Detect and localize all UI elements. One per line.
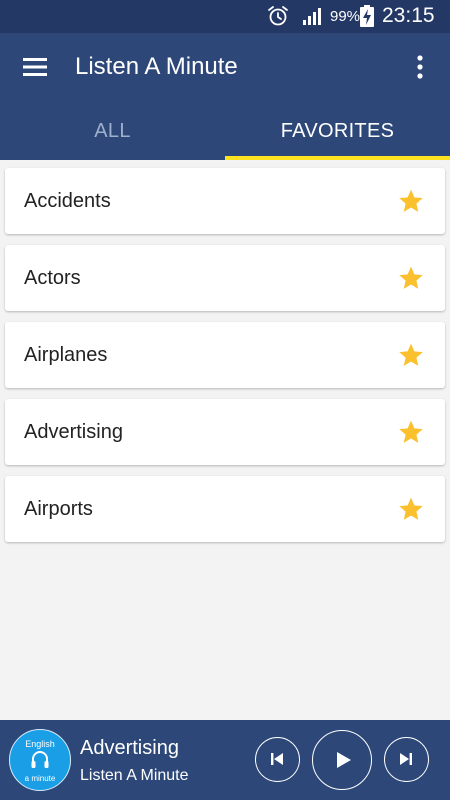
list-item-actors[interactable]: Actors [5, 245, 445, 311]
headphones-icon [31, 751, 49, 768]
list-item-label: Advertising [24, 421, 123, 443]
battery-percentage: 99% [330, 8, 361, 25]
clock: 23:15 [382, 4, 435, 27]
list-item-label: Actors [24, 267, 81, 289]
tab-all[interactable]: ALL [0, 100, 225, 160]
list-item-label: Airplanes [24, 344, 108, 366]
tab-indicator [225, 156, 450, 160]
star-icon[interactable] [398, 342, 424, 368]
app-bar: Listen A Minute [0, 33, 450, 100]
list-item-label: Accidents [24, 190, 111, 212]
now-playing-title: Advertising [80, 737, 179, 759]
list-item-advertising[interactable]: Advertising [5, 399, 445, 465]
hamburger-menu-icon [23, 58, 47, 76]
list-item-airplanes[interactable]: Airplanes [5, 322, 445, 388]
signal-icon [303, 8, 321, 25]
star-icon[interactable] [398, 496, 424, 522]
list-item-accidents[interactable]: Accidents [5, 168, 445, 234]
tab-bar: ALL FAVORITES [0, 100, 450, 160]
alarm-icon [268, 6, 288, 26]
skip-previous-icon [271, 753, 283, 765]
play-icon [337, 752, 351, 768]
mini-player[interactable]: English a minute Advertising Listen A Mi… [0, 720, 450, 800]
next-button[interactable] [384, 737, 429, 782]
logo-bottom-text: a minute [24, 774, 56, 783]
more-vert-icon [417, 55, 423, 79]
status-bar: 99% 23:15 [0, 0, 450, 33]
tab-favorites[interactable]: FAVORITES [225, 100, 450, 160]
star-icon[interactable] [398, 419, 424, 445]
star-icon[interactable] [398, 188, 424, 214]
overflow-menu-button[interactable] [402, 47, 438, 87]
play-button[interactable] [312, 730, 372, 790]
app-title: Listen A Minute [75, 53, 238, 80]
list-item-label: Airports [24, 498, 93, 520]
app-logo: English a minute [9, 729, 71, 791]
menu-button[interactable] [15, 47, 55, 87]
logo-top-text: English [25, 739, 55, 749]
list-item-airports[interactable]: Airports [5, 476, 445, 542]
now-playing-subtitle: Listen A Minute [80, 767, 189, 784]
star-icon[interactable] [398, 265, 424, 291]
previous-button[interactable] [255, 737, 300, 782]
skip-next-icon [400, 753, 412, 765]
battery-charging-icon [360, 5, 374, 27]
